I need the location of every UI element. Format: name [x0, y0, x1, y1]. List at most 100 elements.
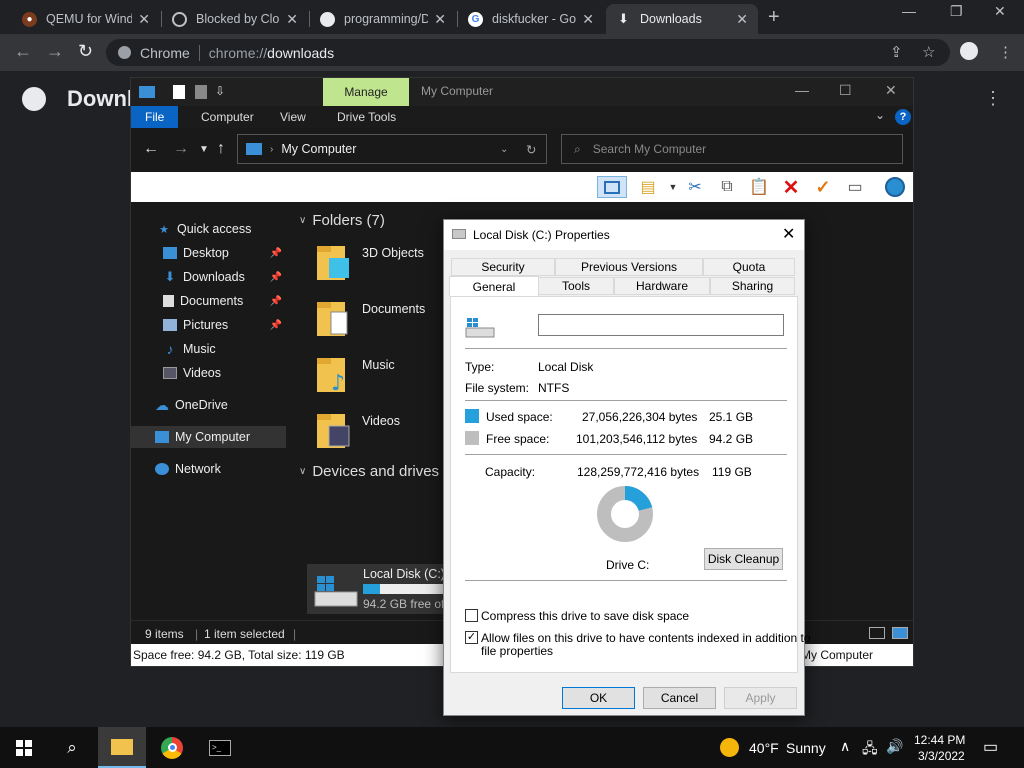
delete-icon[interactable]: ✕	[779, 176, 803, 199]
chrome-menu-icon[interactable]: ⋮	[998, 43, 1013, 61]
computer-icon[interactable]	[139, 86, 155, 98]
nav-onedrive[interactable]: ☁ OneDrive	[131, 394, 286, 416]
ok-button[interactable]: OK	[562, 687, 635, 709]
compress-checkbox[interactable]	[465, 609, 478, 622]
close-icon[interactable]: ✕	[736, 11, 748, 28]
pin-icon[interactable]: 📌	[270, 248, 282, 259]
customize-icon[interactable]: ⇩	[215, 84, 225, 98]
details-view-icon[interactable]	[869, 627, 885, 639]
forward-arrow-icon[interactable]: →	[173, 140, 189, 158]
tab-tools[interactable]: Tools	[538, 277, 614, 295]
forward-arrow-icon[interactable]: →	[46, 41, 64, 62]
tab-general[interactable]: General	[449, 276, 539, 296]
help-icon[interactable]: ?	[895, 109, 911, 125]
paste-icon[interactable]: 📋	[747, 176, 771, 198]
start-button[interactable]	[0, 727, 48, 768]
tab-computer[interactable]: Computer	[187, 106, 268, 128]
close-icon[interactable]: ✕	[582, 11, 594, 28]
tab-qemu[interactable]: ● QEMU for Windows ✕	[12, 4, 160, 34]
group-devices[interactable]: ∨ Devices and drives	[299, 463, 439, 480]
large-icons-view-icon[interactable]	[892, 627, 908, 639]
tab-view[interactable]: View	[266, 106, 320, 128]
pin-icon[interactable]: 📌	[270, 296, 282, 307]
checkmark-icon[interactable]: ✓	[811, 176, 835, 198]
reload-icon[interactable]: ↻	[78, 41, 93, 62]
tab-file[interactable]: File	[131, 106, 179, 128]
index-checkbox[interactable]: ✓	[465, 631, 478, 644]
nav-desktop[interactable]: Desktop 📌	[131, 242, 286, 264]
nav-music[interactable]: ♪ Music	[131, 338, 286, 360]
tab-hardware[interactable]: Hardware	[614, 277, 710, 295]
close-window-icon[interactable]: ✕	[994, 3, 1006, 20]
downloads-menu-icon[interactable]: ⋮	[984, 88, 1002, 109]
show-hidden-icons-icon[interactable]: ∧	[840, 738, 850, 755]
tab-github[interactable]: programming/D ✕	[310, 4, 456, 34]
close-icon[interactable]: ✕	[138, 11, 150, 28]
minimize-icon[interactable]: —	[902, 3, 916, 19]
disk-cleanup-button[interactable]: Disk Cleanup	[704, 548, 783, 570]
bookmark-star-icon[interactable]: ☆	[922, 43, 935, 61]
close-icon[interactable]: ✕	[286, 11, 298, 28]
profile-avatar-icon[interactable]	[960, 42, 978, 60]
nav-videos[interactable]: Videos	[131, 362, 286, 384]
close-icon[interactable]: ✕	[885, 82, 897, 99]
globe-icon[interactable]	[883, 176, 907, 198]
nav-quick-access[interactable]: ★ Quick access	[131, 218, 286, 240]
minimize-icon[interactable]: —	[795, 82, 809, 98]
folder-item[interactable]: Videos	[315, 406, 445, 456]
nav-documents[interactable]: Documents 📌	[131, 290, 286, 312]
file-explorer-taskbar-button[interactable]	[98, 727, 146, 768]
cut-icon[interactable]: ✂	[683, 176, 707, 198]
new-folder-icon[interactable]	[195, 85, 207, 99]
address-bar[interactable]: Chrome chrome://downloads	[106, 39, 950, 66]
tab-cloudflare[interactable]: Blocked by Cloudflare ✕	[162, 4, 308, 34]
tab-downloads[interactable]: ⬇ Downloads ✕	[606, 4, 758, 34]
tab-previous-versions[interactable]: Previous Versions	[555, 258, 703, 276]
folder-item[interactable]: Documents	[315, 294, 445, 344]
refresh-icon[interactable]: ↻	[526, 142, 536, 157]
preview-pane-icon[interactable]	[597, 176, 627, 198]
chevron-down-icon[interactable]: ▼	[661, 176, 685, 198]
nav-pictures[interactable]: Pictures 📌	[131, 314, 286, 336]
back-arrow-icon[interactable]: ←	[143, 140, 159, 158]
drive-name-input[interactable]	[538, 314, 784, 336]
chevron-down-icon[interactable]: ⌄	[500, 144, 508, 155]
copy-icon[interactable]: ⧉	[715, 176, 739, 198]
tab-google[interactable]: G diskfucker - Google ✕	[458, 4, 604, 34]
search-input[interactable]: ⌕ Search My Computer	[561, 134, 903, 164]
search-icon[interactable]: ⌕	[48, 727, 96, 768]
close-icon[interactable]: ✕	[434, 11, 446, 28]
maximize-icon[interactable]: ☐	[839, 82, 852, 99]
rename-icon[interactable]: ▭	[843, 176, 867, 198]
nav-network[interactable]: Network	[131, 458, 286, 480]
recent-locations-icon[interactable]: ▼	[199, 144, 209, 155]
close-icon[interactable]: ✕	[782, 224, 795, 244]
new-tab-button[interactable]: +	[768, 6, 780, 29]
tab-quota[interactable]: Quota	[703, 258, 795, 276]
clock-time[interactable]: 12:44 PM	[914, 733, 965, 747]
properties-icon[interactable]	[173, 85, 185, 99]
clock-date[interactable]: 3/3/2022	[918, 749, 965, 763]
folder-item[interactable]: 3D Objects	[315, 238, 445, 288]
new-item-icon[interactable]: ▤	[636, 176, 660, 198]
folder-item[interactable]: ♪ Music	[315, 350, 445, 400]
pin-icon[interactable]: 📌	[270, 320, 282, 331]
volume-icon[interactable]: 🔊	[886, 738, 903, 755]
notifications-icon[interactable]: ▭	[983, 737, 998, 757]
tab-security[interactable]: Security	[451, 258, 555, 276]
address-field[interactable]: › My Computer ⌄ ↻	[237, 134, 547, 164]
nav-my-computer[interactable]: My Computer	[131, 426, 286, 448]
pin-icon[interactable]: 📌	[270, 272, 282, 283]
drive-item-local-disk-c[interactable]: Local Disk (C:) 94.2 GB free of 119 GB	[307, 564, 488, 614]
cancel-button[interactable]: Cancel	[643, 687, 716, 709]
restore-icon[interactable]: ❐	[950, 3, 963, 20]
sun-weather-icon[interactable]	[720, 738, 739, 757]
tab-sharing[interactable]: Sharing	[710, 277, 795, 295]
network-icon[interactable]: 🖧	[862, 738, 878, 762]
chrome-taskbar-button[interactable]	[148, 727, 196, 768]
expand-ribbon-icon[interactable]: ⌄	[875, 108, 885, 122]
group-folders[interactable]: ∨ Folders (7)	[299, 212, 385, 229]
nav-downloads[interactable]: ⬇ Downloads 📌	[131, 266, 286, 288]
tab-drive-tools[interactable]: Drive Tools	[323, 106, 410, 128]
up-arrow-icon[interactable]: ↑	[217, 140, 225, 158]
